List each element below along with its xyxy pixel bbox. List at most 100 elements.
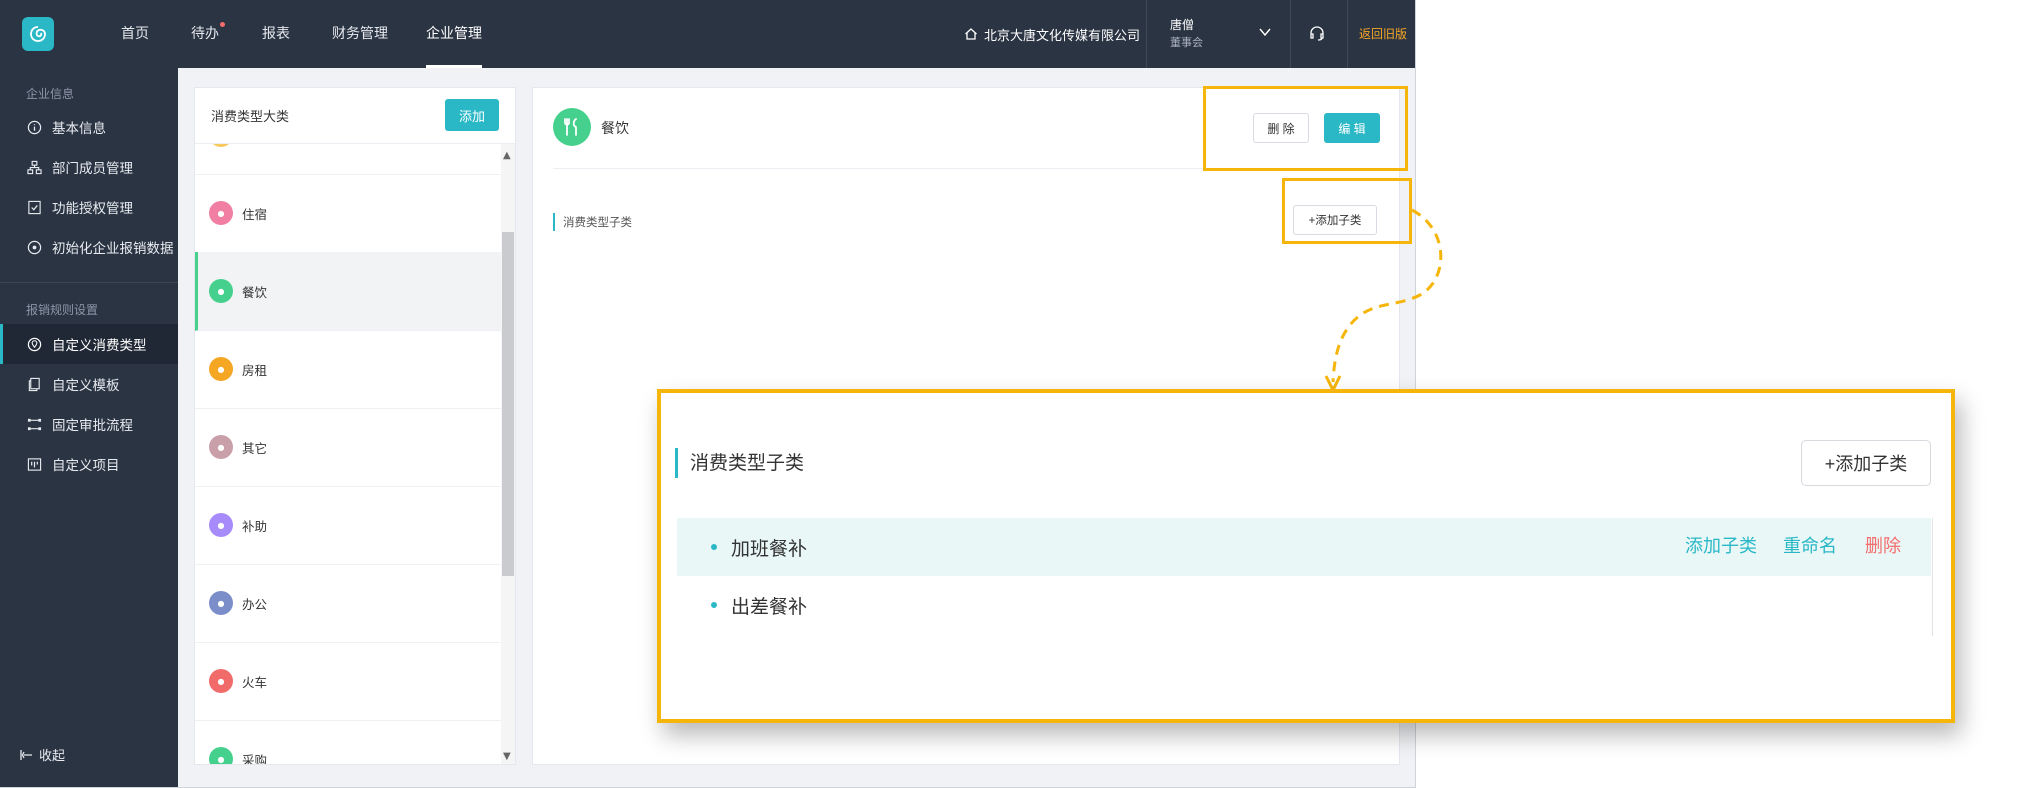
category-label: 补助 bbox=[242, 518, 268, 534]
zoom-add-subcategory-button[interactable]: +添加子类 bbox=[1801, 440, 1931, 486]
category-item[interactable]: ● 餐饮 bbox=[195, 252, 501, 331]
category-item[interactable]: ● 火车 bbox=[195, 642, 501, 721]
company-switcher[interactable]: 北京大唐文化传媒有限公司 bbox=[964, 0, 1140, 68]
nav-todo[interactable]: 待办 bbox=[191, 0, 225, 68]
category-item[interactable]: ● 住宿 bbox=[195, 174, 501, 253]
bookmark-icon: ● bbox=[209, 513, 233, 537]
pin-circle-icon bbox=[26, 336, 42, 352]
scroll-up-icon[interactable]: ▲ bbox=[503, 150, 511, 161]
headset-icon[interactable] bbox=[1308, 24, 1326, 42]
nav-home[interactable]: 首页 bbox=[121, 0, 149, 68]
collapse-sidebar-button[interactable]: 收起 bbox=[20, 745, 65, 764]
user-name: 唐僧 bbox=[1170, 18, 1195, 32]
subcategory-section-title: 消费类型子类 bbox=[553, 213, 632, 231]
home-icon bbox=[965, 28, 977, 40]
zoomed-subcategory-callout: 消费类型子类 +添加子类 加班餐补 添加子类 重命名 删除 出差餐补 bbox=[657, 389, 1955, 723]
rent-icon: ● bbox=[209, 357, 233, 381]
subcategory-label: 加班餐补 bbox=[731, 537, 808, 560]
project-icon bbox=[26, 456, 42, 472]
sidebar-item-custom-expense-type[interactable]: 自定义消费类型 bbox=[0, 324, 178, 364]
row-delete-link[interactable]: 删除 bbox=[1865, 518, 1901, 576]
category-label: 住宿 bbox=[242, 206, 268, 222]
category-item[interactable]: ● 其它 bbox=[195, 408, 501, 487]
sidebar-group-rules: 报销规则设置 bbox=[26, 303, 99, 317]
nav-finance[interactable]: 财务管理 bbox=[332, 0, 388, 68]
category-label: 其它 bbox=[242, 440, 268, 456]
nav-reports[interactable]: 报表 bbox=[262, 0, 290, 68]
checkbox-doc-icon bbox=[26, 199, 42, 215]
sidebar-item-init-data[interactable]: 初始化企业报销数据 bbox=[0, 227, 178, 267]
notification-dot bbox=[220, 22, 225, 27]
divider bbox=[1347, 0, 1348, 68]
user-role: 董事会 bbox=[1170, 36, 1203, 49]
sidebar-item-label: 功能授权管理 bbox=[52, 201, 133, 217]
zoom-subcategory-title: 消费类型子类 bbox=[675, 448, 804, 478]
category-list: ● 交通 ● 住宿 ● 餐饮 ● 房租 ● 其它 ● 补助 ● 办公 ● 火车 ● 采购 bbox=[195, 144, 501, 765]
sidebar-item-label: 自定义消费类型 bbox=[52, 338, 147, 354]
sidebar-item-custom-template[interactable]: 自定义模板 bbox=[0, 364, 178, 404]
subcategory-row[interactable]: 出差餐补 bbox=[677, 576, 1931, 634]
target-icon bbox=[26, 239, 42, 255]
add-category-button[interactable]: 添加 bbox=[445, 99, 499, 131]
sidebar-divider bbox=[0, 282, 178, 283]
category-list-title: 消费类型大类 bbox=[211, 110, 290, 125]
callout-arrow bbox=[1324, 208, 1443, 394]
sidebar-item-label: 固定审批流程 bbox=[52, 418, 133, 434]
fork-knife-icon: ● bbox=[209, 279, 233, 303]
bullet-dot bbox=[711, 602, 717, 608]
sidebar-item-permissions[interactable]: 功能授权管理 bbox=[0, 187, 178, 227]
chevron-down-icon[interactable] bbox=[1258, 25, 1272, 39]
row-add-subcategory-link[interactable]: 添加子类 bbox=[1685, 518, 1757, 576]
divider bbox=[1146, 0, 1147, 68]
scroll-down-icon[interactable]: ▼ bbox=[503, 751, 511, 762]
flow-icon bbox=[26, 416, 42, 432]
sidebar-group-enterprise-info: 企业信息 bbox=[26, 87, 75, 101]
category-list-header: 消费类型大类 添加 bbox=[195, 88, 515, 144]
return-old-version-link[interactable]: 返回旧版 bbox=[1359, 0, 1407, 68]
sidebar-item-label: 自定义模板 bbox=[52, 378, 120, 394]
sidebar-item-label: 自定义项目 bbox=[52, 458, 120, 474]
category-item[interactable]: ● 交通 bbox=[195, 144, 501, 175]
purchase-icon: ● bbox=[209, 747, 233, 764]
sidebar-item-basic-info[interactable]: 基本信息 bbox=[0, 107, 178, 147]
category-list-panel: 消费类型大类 添加 ● 交通 ● 住宿 ● 餐饮 ● 房租 ● 其它 ● 补助 ● 办公 ● 火车 ● 采购 ▲ … bbox=[194, 87, 516, 765]
user-menu[interactable]: 唐僧 董事会 bbox=[1170, 16, 1203, 52]
app-logo-icon[interactable] bbox=[22, 17, 54, 51]
nav-todo-label: 待办 bbox=[191, 26, 219, 42]
transport-icon: ● bbox=[209, 144, 233, 147]
org-chart-icon bbox=[26, 159, 42, 175]
more-icon: ● bbox=[209, 435, 233, 459]
category-item[interactable]: ● 补助 bbox=[195, 486, 501, 565]
category-item[interactable]: ● 房租 bbox=[195, 330, 501, 409]
sidebar-item-label: 基本信息 bbox=[52, 121, 106, 137]
sidebar-item-label: 部门成员管理 bbox=[52, 161, 133, 177]
category-label: 办公 bbox=[242, 596, 268, 612]
highlight-box-actions bbox=[1203, 86, 1408, 171]
office-icon: ● bbox=[209, 591, 233, 615]
category-item[interactable]: ● 采购 bbox=[195, 720, 501, 765]
sidebar-item-approval-flow[interactable]: 固定审批流程 bbox=[0, 404, 178, 444]
sidebar: 企业信息 基本信息 部门成员管理 功能授权管理 初始化企业报销数据 报销规则设置… bbox=[0, 68, 178, 787]
collapse-label: 收起 bbox=[39, 749, 66, 764]
copy-icon bbox=[26, 376, 42, 392]
divider bbox=[1290, 0, 1291, 68]
hotel-icon: ● bbox=[209, 201, 233, 225]
company-name: 北京大唐文化传媒有限公司 bbox=[984, 28, 1141, 44]
scrollbar-thumb[interactable] bbox=[502, 232, 514, 576]
top-navigation-bar: 首页 待办 报表 财务管理 企业管理 北京大唐文化传媒有限公司 唐僧 董事会 返… bbox=[0, 0, 1415, 68]
category-list-scrollbar[interactable]: ▲ ▼ bbox=[501, 144, 515, 764]
category-label: 火车 bbox=[242, 674, 268, 690]
category-label: 采购 bbox=[242, 752, 268, 765]
category-item[interactable]: ● 办公 bbox=[195, 564, 501, 643]
sidebar-item-label: 初始化企业报销数据 bbox=[52, 241, 174, 257]
category-name: 餐饮 bbox=[601, 121, 629, 137]
subcategory-row[interactable]: 加班餐补 添加子类 重命名 删除 bbox=[677, 518, 1931, 576]
bullet-dot bbox=[711, 544, 717, 550]
sidebar-item-departments[interactable]: 部门成员管理 bbox=[0, 147, 178, 187]
category-label: 餐饮 bbox=[242, 284, 268, 300]
row-rename-link[interactable]: 重命名 bbox=[1783, 518, 1837, 576]
sidebar-item-custom-project[interactable]: 自定义项目 bbox=[0, 444, 178, 484]
nav-enterprise[interactable]: 企业管理 bbox=[426, 0, 482, 68]
subcategory-list: 加班餐补 添加子类 重命名 删除 出差餐补 bbox=[677, 518, 1933, 636]
info-icon bbox=[26, 119, 42, 135]
